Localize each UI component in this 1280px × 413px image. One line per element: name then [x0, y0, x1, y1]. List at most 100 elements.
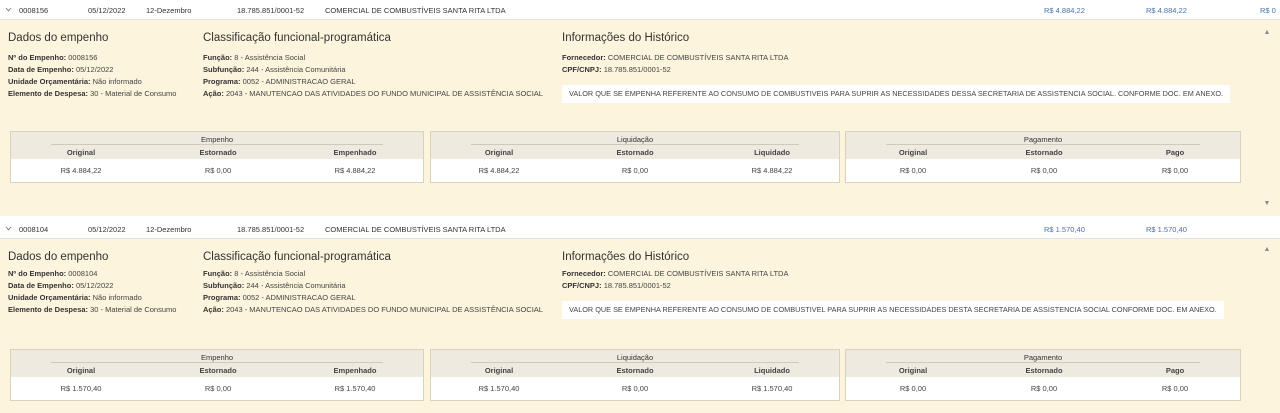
- val-liquidado: R$ 4.884,22: [751, 166, 793, 175]
- empenho-summary-title: Empenho: [200, 353, 234, 362]
- col-original: Original: [484, 366, 514, 375]
- empenho-details-panel: Dados do empenho Nº do Empenho: 0008156 …: [0, 20, 1254, 216]
- col-original: Original: [898, 366, 928, 375]
- row-number: 0008156: [19, 6, 49, 15]
- subfuncao-line: Subfunção: 244 - Assistência Comunitária: [203, 281, 346, 290]
- chevron-down-icon[interactable]: [5, 6, 12, 13]
- acao-line: Ação: 2043 - MANUTENCAO DAS ATIVIDADES D…: [203, 305, 543, 314]
- data-line: Data de Empenho: 05/12/2022: [8, 281, 114, 290]
- col-estornado: Estornado: [199, 148, 237, 157]
- elemento-line: Elemento de Despesa: 30 - Material de Co…: [8, 89, 177, 98]
- pagamento-summary: Pagamento Original Estornado Pago R$ 0,0…: [845, 131, 1241, 183]
- funcao-line: Função: 8 - Assistência Social: [203, 269, 306, 278]
- empenho-details-panel: Dados do empenho Nº do Empenho: 0008104 …: [0, 239, 1254, 413]
- subfuncao-line: Subfunção: 244 - Assistência Comunitária: [203, 65, 346, 74]
- col-original: Original: [66, 366, 96, 375]
- pagamento-summary: Pagamento Original Estornado Pago R$ 0,0…: [845, 349, 1241, 401]
- unidade-line: Unidade Orçamentária: Não informado: [8, 293, 142, 302]
- historico-title: Informações do Histórico: [562, 251, 690, 263]
- col-estornado: Estornado: [199, 366, 237, 375]
- historico-text: VALOR QUE SE EMPENHA REFERENTE AO CONSUM…: [562, 301, 1224, 319]
- val-estornado: R$ 0,00: [621, 166, 649, 175]
- panel-scrollbar[interactable]: ▲: [1254, 239, 1280, 413]
- cpf-line: CPF/CNPJ: 18.785.851/0001-52: [562, 65, 671, 74]
- val-pago: R$ 0,00: [1161, 166, 1189, 175]
- col-estornado: Estornado: [1025, 148, 1063, 157]
- panel-scrollbar[interactable]: ▲ ▼: [1254, 20, 1280, 216]
- row-value-liquidado: R$ 4.884,22: [1146, 6, 1187, 15]
- col-estornado: Estornado: [1025, 366, 1063, 375]
- fornecedor-line: Fornecedor: COMERCIAL DE COMBUSTÍVEIS SA…: [562, 53, 789, 62]
- col-original: Original: [484, 148, 514, 157]
- scroll-down-icon[interactable]: ▼: [1263, 200, 1271, 208]
- val-estornado: R$ 0,00: [204, 384, 232, 393]
- programa-line: Programa: 0052 - ADMINISTRACAO GERAL: [203, 77, 356, 86]
- historico-title: Informações do Histórico: [562, 32, 690, 44]
- data-line: Data de Empenho: 05/12/2022: [8, 65, 114, 74]
- row-date: 05/12/2022: [88, 6, 126, 15]
- val-original: R$ 1.570,40: [60, 384, 102, 393]
- scroll-up-icon[interactable]: ▲: [1263, 29, 1271, 37]
- row-supplier: COMERCIAL DE COMBUSTÍVEIS SANTA RITA LTD…: [325, 6, 506, 15]
- historico-text: VALOR QUE SE EMPENHA REFERENTE AO CONSUM…: [562, 85, 1231, 103]
- pagamento-summary-title: Pagamento: [1023, 135, 1063, 144]
- val-original: R$ 4.884,22: [478, 166, 520, 175]
- row-value-liquidado: R$ 1.570,40: [1146, 225, 1187, 234]
- classificacao-title: Classificação funcional-programática: [203, 251, 391, 263]
- funcao-line: Função: 8 - Assistência Social: [203, 53, 306, 62]
- val-liquidado: R$ 1.570,40: [751, 384, 793, 393]
- val-original: R$ 4.884,22: [60, 166, 102, 175]
- col-original: Original: [66, 148, 96, 157]
- col-liquidado: Liquidado: [754, 366, 790, 375]
- cpf-line: CPF/CNPJ: 18.785.851/0001-52: [562, 281, 671, 290]
- row-date: 05/12/2022: [88, 225, 126, 234]
- row-cnpj: 18.785.851/0001-52: [237, 225, 305, 234]
- row-value-empenhado: R$ 4.884,22: [1044, 6, 1085, 15]
- col-empenhado: Empenhado: [333, 366, 377, 375]
- val-original: R$ 0,00: [899, 384, 927, 393]
- empenho-summary-title: Empenho: [200, 135, 234, 144]
- liquidacao-summary: Liquidação Original Estornado Liquidado …: [430, 349, 840, 401]
- programa-line: Programa: 0052 - ADMINISTRACAO GERAL: [203, 293, 356, 302]
- val-estornado: R$ 0,00: [1030, 384, 1058, 393]
- dados-title: Dados do empenho: [8, 251, 109, 263]
- col-liquidado: Liquidado: [754, 148, 790, 157]
- val-original: R$ 0,00: [899, 166, 927, 175]
- dados-title: Dados do empenho: [8, 32, 109, 44]
- pagamento-summary-title: Pagamento: [1023, 353, 1063, 362]
- empenho-row-header[interactable]: 0008104 05/12/2022 12-Dezembro 18.785.85…: [0, 220, 1280, 239]
- row-value-empenhado: R$ 1.570,40: [1044, 225, 1085, 234]
- row-month: 12-Dezembro: [146, 225, 192, 234]
- row-cnpj: 18.785.851/0001-52: [237, 6, 305, 15]
- unidade-line: Unidade Orçamentária: Não informado: [8, 77, 142, 86]
- val-empenhado: R$ 4.884,22: [334, 166, 376, 175]
- val-estornado: R$ 0,00: [621, 384, 649, 393]
- acao-line: Ação: 2043 - MANUTENCAO DAS ATIVIDADES D…: [203, 89, 543, 98]
- col-empenhado: Empenhado: [333, 148, 377, 157]
- col-original: Original: [898, 148, 928, 157]
- liquidacao-summary-title: Liquidação: [616, 135, 654, 144]
- val-pago: R$ 0,00: [1161, 384, 1189, 393]
- col-pago: Pago: [1165, 148, 1185, 157]
- val-estornado: R$ 0,00: [1030, 166, 1058, 175]
- empenho-row-header[interactable]: 0008156 05/12/2022 12-Dezembro 18.785.85…: [0, 1, 1280, 20]
- fornecedor-line: Fornecedor: COMERCIAL DE COMBUSTÍVEIS SA…: [562, 269, 789, 278]
- col-pago: Pago: [1165, 366, 1185, 375]
- row-number: 0008104: [19, 225, 49, 234]
- scroll-up-icon[interactable]: ▲: [1263, 246, 1271, 254]
- val-estornado: R$ 0,00: [204, 166, 232, 175]
- liquidacao-summary-title: Liquidação: [616, 353, 654, 362]
- col-estornado: Estornado: [616, 148, 654, 157]
- chevron-down-icon[interactable]: [5, 225, 12, 232]
- liquidacao-summary: Liquidação Original Estornado Liquidado …: [430, 131, 840, 183]
- numero-line: Nº do Empenho: 0008104: [8, 269, 98, 278]
- col-estornado: Estornado: [616, 366, 654, 375]
- classificacao-title: Classificação funcional-programática: [203, 32, 391, 44]
- empenho-summary: Empenho Original Estornado Empenhado R$ …: [10, 131, 424, 183]
- empenho-summary: Empenho Original Estornado Empenhado R$ …: [10, 349, 424, 401]
- row-value-pago: R$ 0: [1260, 6, 1276, 15]
- row-month: 12-Dezembro: [146, 6, 192, 15]
- elemento-line: Elemento de Despesa: 30 - Material de Co…: [8, 305, 177, 314]
- val-original: R$ 1.570,40: [478, 384, 520, 393]
- numero-line: Nº do Empenho: 0008156: [8, 53, 98, 62]
